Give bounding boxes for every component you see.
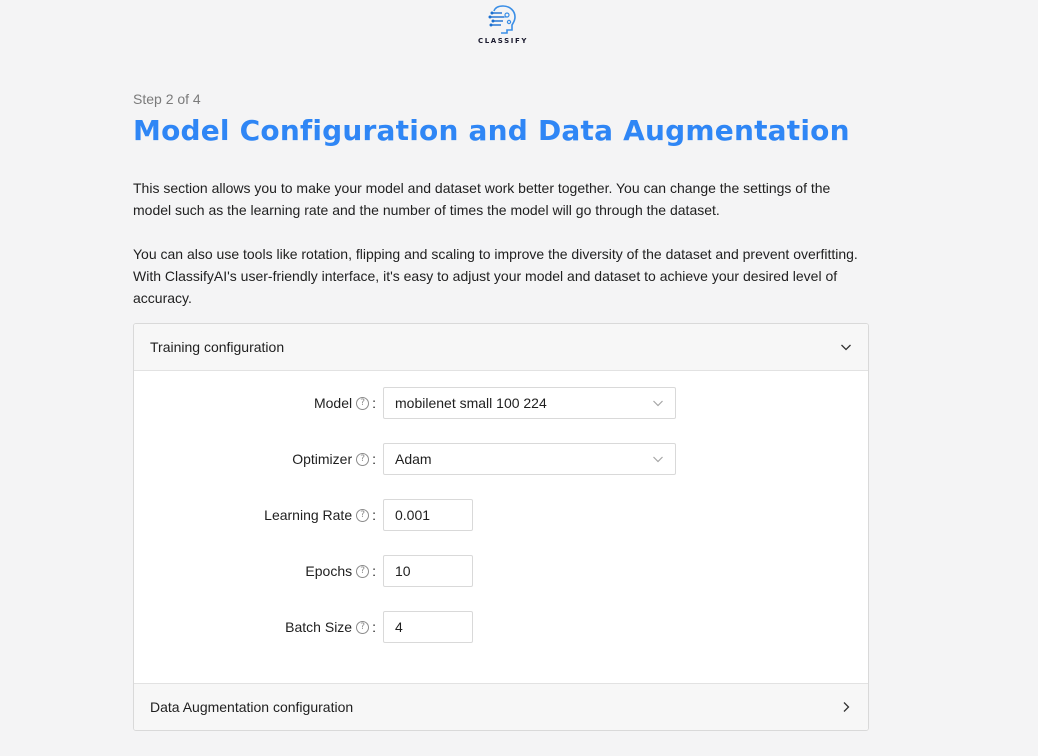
label-colon: : — [372, 451, 376, 467]
epochs-label: Epochs — [305, 563, 353, 579]
chevron-down-icon — [841, 344, 851, 351]
learning-rate-input[interactable] — [383, 499, 473, 531]
augmentation-config-label: Data Augmentation configuration — [150, 699, 354, 715]
step-indicator: Step 2 of 4 — [133, 91, 201, 107]
batch-size-label: Batch Size — [285, 619, 353, 635]
help-icon[interactable]: ? — [356, 508, 370, 522]
optimizer-row: Optimizer ? : Adam — [134, 443, 868, 475]
chevron-right-icon — [843, 702, 850, 712]
optimizer-label: Optimizer — [292, 451, 353, 467]
learning-rate-label-wrap: Learning Rate ? : — [134, 507, 383, 523]
batch-size-row: Batch Size ? : — [134, 611, 868, 643]
optimizer-label-wrap: Optimizer ? : — [134, 451, 383, 467]
label-colon: : — [372, 507, 376, 523]
model-label: Model — [313, 395, 353, 411]
help-icon[interactable]: ? — [356, 564, 370, 578]
epochs-row: Epochs ? : — [134, 555, 868, 587]
brain-circuit-icon — [488, 5, 516, 34]
chevron-down-icon — [653, 456, 663, 463]
logo-text: CLASSIFY — [477, 37, 529, 45]
label-colon: : — [372, 563, 376, 579]
label-colon: : — [372, 619, 376, 635]
epochs-label-wrap: Epochs ? : — [134, 563, 383, 579]
page-title: Model Configuration and Data Augmentatio… — [133, 114, 850, 147]
training-config-body: Model ? : mobilenet small 100 224 Optimi… — [134, 371, 868, 683]
help-icon[interactable]: ? — [356, 396, 370, 410]
label-colon: : — [372, 395, 376, 411]
classify-logo: CLASSIFY — [477, 3, 529, 49]
epochs-input[interactable] — [383, 555, 473, 587]
model-row: Model ? : mobilenet small 100 224 — [134, 387, 868, 419]
training-config-label: Training configuration — [150, 339, 285, 355]
model-select-value: mobilenet small 100 224 — [395, 395, 547, 411]
intro-paragraph-2: You can also use tools like rotation, fl… — [133, 246, 858, 306]
model-label-wrap: Model ? : — [134, 395, 383, 411]
config-collapse: Training configuration Model ? : mobilen… — [133, 323, 869, 731]
intro-paragraph-1: This section allows you to make your mod… — [133, 180, 831, 218]
optimizer-select[interactable]: Adam — [383, 443, 676, 475]
batch-size-input[interactable] — [383, 611, 473, 643]
model-select[interactable]: mobilenet small 100 224 — [383, 387, 676, 419]
chevron-down-icon — [653, 400, 663, 407]
learning-rate-label: Learning Rate — [264, 507, 353, 523]
augmentation-config-header[interactable]: Data Augmentation configuration — [134, 683, 868, 730]
batch-size-label-wrap: Batch Size ? : — [134, 619, 383, 635]
help-icon[interactable]: ? — [356, 452, 370, 466]
help-icon[interactable]: ? — [356, 620, 370, 634]
optimizer-select-value: Adam — [395, 451, 432, 467]
training-config-header[interactable]: Training configuration — [134, 324, 868, 371]
learning-rate-row: Learning Rate ? : — [134, 499, 868, 531]
